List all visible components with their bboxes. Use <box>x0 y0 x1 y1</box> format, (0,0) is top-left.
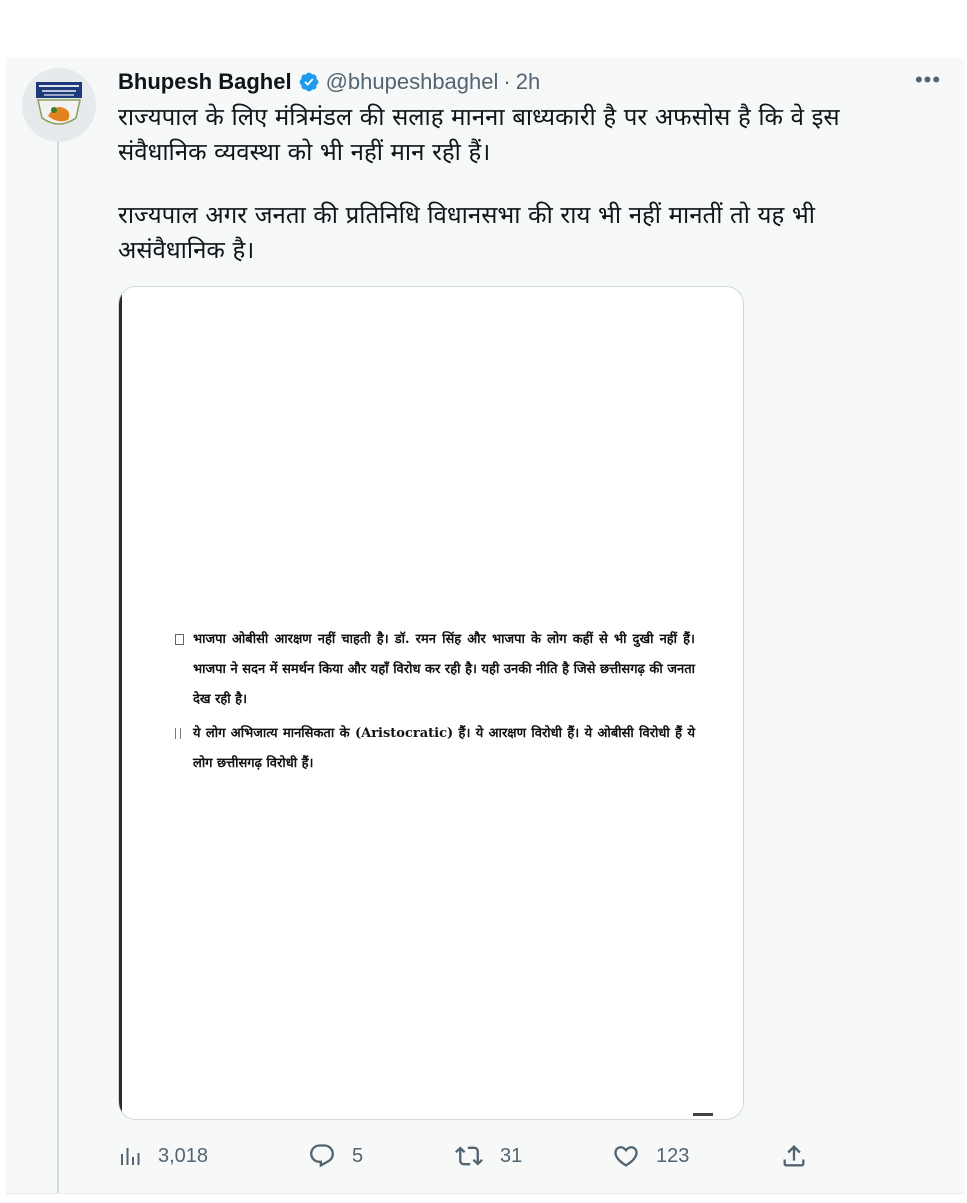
heart-icon <box>612 1142 640 1170</box>
document-item: ये लोग अभिजात्य मानसिकता के (Aristocrati… <box>175 719 695 779</box>
verified-badge-icon <box>298 71 320 93</box>
document-item-text: भाजपा ओबीसी आरक्षण नहीं चाहती है। डॉ. रम… <box>193 632 695 707</box>
like-count: 123 <box>656 1144 690 1167</box>
tweet-paragraph: राज्यपाल अगर जनता की प्रतिनिधि विधानसभा … <box>118 201 815 264</box>
document-item: भाजपा ओबीसी आरक्षण नहीं चाहती है। डॉ. रम… <box>175 625 695 715</box>
author-handle[interactable]: @bhupeshbaghel <box>326 68 499 96</box>
retweet-button[interactable]: 31 <box>454 1138 522 1174</box>
tweet-image[interactable]: भाजपा ओबीसी आरक्षण नहीं चाहती है। डॉ. रम… <box>118 286 744 1120</box>
tweet-header: Bhupesh Baghel @bhupeshbaghel · 2h <box>118 68 540 96</box>
bullet-icon <box>175 634 184 645</box>
avatar[interactable] <box>22 68 96 142</box>
retweet-count: 31 <box>500 1144 523 1167</box>
tweet-text: राज्यपाल के लिए मंत्रिमंडल की सलाह मानना… <box>118 100 918 268</box>
tweet-paragraph: राज्यपाल के लिए मंत्रिमंडल की सलाह मानना… <box>118 103 840 166</box>
retweet-icon <box>454 1142 484 1170</box>
views-count: 3,018 <box>158 1144 209 1167</box>
image-edge <box>119 287 122 1119</box>
reply-count: 5 <box>352 1144 364 1167</box>
page-marker <box>693 1113 713 1116</box>
separator-dot: · <box>503 69 511 94</box>
share-icon <box>780 1142 808 1170</box>
author-name[interactable]: Bhupesh Baghel <box>118 68 292 96</box>
more-options-icon[interactable]: ••• <box>912 66 944 94</box>
tweet-time[interactable]: 2h <box>516 68 540 96</box>
page: Bhupesh Baghel @bhupeshbaghel · 2h ••• र… <box>0 0 967 1203</box>
reply-button[interactable]: 5 <box>308 1138 363 1174</box>
share-button[interactable] <box>780 1138 808 1174</box>
like-button[interactable]: 123 <box>612 1138 689 1174</box>
analytics-icon <box>118 1144 142 1168</box>
views-button[interactable]: 3,018 <box>118 1138 208 1174</box>
document-text: भाजपा ओबीसी आरक्षण नहीं चाहती है। डॉ. रम… <box>175 625 695 783</box>
reply-icon <box>308 1142 336 1170</box>
avatar-logo-icon <box>22 68 96 142</box>
bullet-icon <box>175 728 181 739</box>
document-item-text: ये लोग अभिजात्य मानसिकता के (Aristocrati… <box>193 726 695 771</box>
thread-line <box>57 138 59 1193</box>
action-bar: 3,018 5 31 123 <box>118 1138 818 1174</box>
